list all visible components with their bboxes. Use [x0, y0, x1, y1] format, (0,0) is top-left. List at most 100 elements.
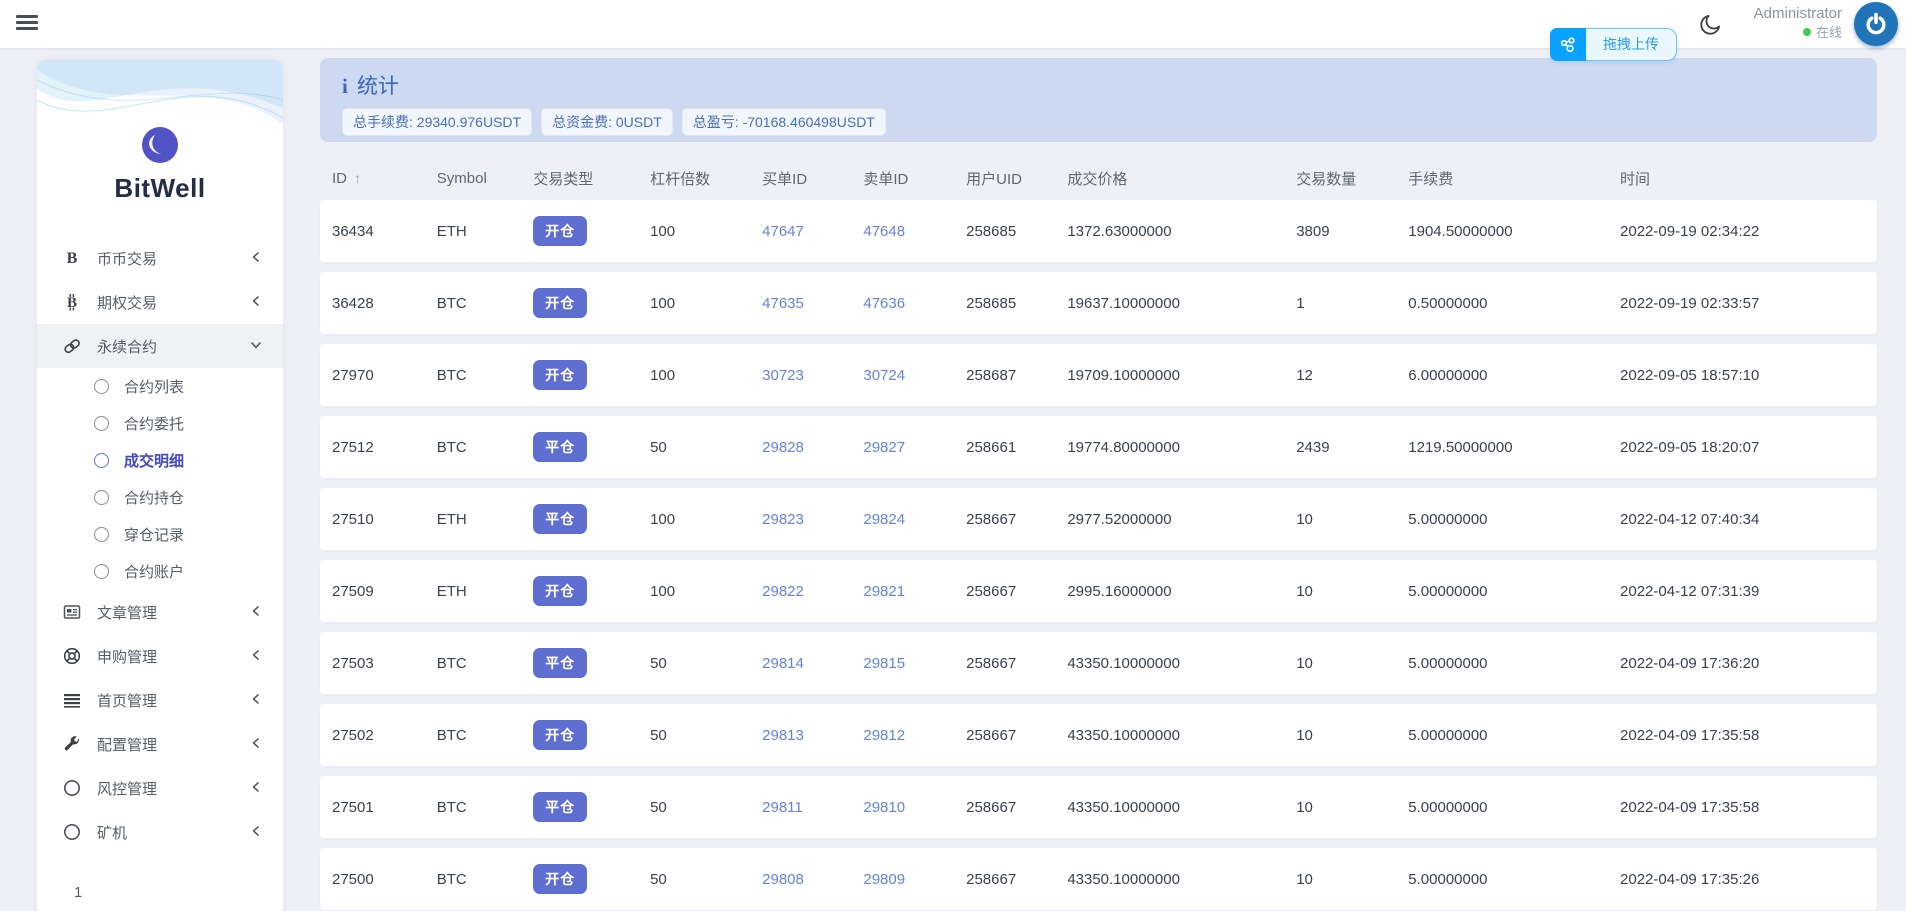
- table-row: 27510ETH平仓10029823298242586672977.520000…: [320, 488, 1877, 550]
- radio-circle-icon: [94, 453, 109, 468]
- cell-buy_id: 29822: [762, 583, 863, 600]
- sidebar-subitem-label: 穿仓记录: [124, 524, 184, 545]
- cell-fee: 6.00000000: [1408, 367, 1620, 384]
- sidebar-subitem-contract-positions[interactable]: 合约持仓: [37, 479, 283, 516]
- cell-time: 2022-09-05 18:20:07: [1620, 439, 1877, 456]
- sort-ascending-icon: ↑: [354, 170, 361, 186]
- buy_id-link[interactable]: 47635: [762, 295, 804, 312]
- cell-trade_type: 平仓: [533, 648, 650, 678]
- cell-time: 2022-04-09 17:35:58: [1620, 727, 1877, 744]
- cell-symbol: BTC: [437, 655, 534, 672]
- cell-fee: 0.50000000: [1408, 295, 1620, 312]
- sell_id-link[interactable]: 29821: [863, 583, 905, 600]
- sidebar-item-subscription-management[interactable]: 申购管理: [37, 634, 283, 678]
- radio-circle-icon: [94, 379, 109, 394]
- cell-uid: 258685: [966, 223, 1067, 240]
- cell-trade_type: 开仓: [533, 864, 650, 894]
- buy_id-link[interactable]: 47647: [762, 223, 804, 240]
- sidebar-item-options-trade[interactable]: B期权交易: [37, 280, 283, 324]
- sidebar-subitem-label: 合约账户: [124, 561, 184, 582]
- sidebar-subitem-contract-orders[interactable]: 合约委托: [37, 405, 283, 442]
- sidebar-item-coin-trade[interactable]: B币币交易: [37, 236, 283, 280]
- buy_id-link[interactable]: 29823: [762, 511, 804, 528]
- svg-text:B: B: [67, 295, 77, 311]
- cell-symbol: BTC: [437, 727, 534, 744]
- sidebar-subitem-contract-list[interactable]: 合约列表: [37, 368, 283, 405]
- sell_id-link[interactable]: 29815: [863, 655, 905, 672]
- column-header-amount: 交易数量: [1296, 168, 1408, 189]
- info-icon: i: [342, 74, 348, 98]
- cell-uid: 258687: [966, 367, 1067, 384]
- cell-id: 27970: [320, 367, 437, 384]
- sell_id-link[interactable]: 30724: [863, 367, 905, 384]
- sell_id-link[interactable]: 29810: [863, 799, 905, 816]
- sidebar-subitem-contract-accounts[interactable]: 合约账户: [37, 553, 283, 590]
- cell-trade_type: 开仓: [533, 216, 650, 246]
- cell-fee: 5.00000000: [1408, 511, 1620, 528]
- cell-uid: 258667: [966, 871, 1067, 888]
- cell-buy_id: 29813: [762, 727, 863, 744]
- cell-symbol: ETH: [437, 223, 534, 240]
- sell_id-link[interactable]: 29827: [863, 439, 905, 456]
- cell-amount: 10: [1296, 583, 1408, 600]
- online-dot: [1803, 28, 1811, 36]
- sidebar-item-miner[interactable]: 矿机: [37, 810, 283, 854]
- upload-button[interactable]: 拖拽上传: [1550, 28, 1677, 61]
- trade-type-badge: 开仓: [533, 360, 587, 390]
- cell-buy_id: 47635: [762, 295, 863, 312]
- column-header-symbol: Symbol: [437, 170, 534, 187]
- buy_id-link[interactable]: 29811: [762, 799, 803, 816]
- wrench-icon: [62, 735, 82, 753]
- column-header-time: 时间: [1620, 168, 1877, 189]
- sell_id-link[interactable]: 47636: [863, 295, 905, 312]
- cell-trade_type: 开仓: [533, 360, 650, 390]
- cell-id: 27512: [320, 439, 437, 456]
- table-row: 27512BTC平仓50298282982725866119774.800000…: [320, 416, 1877, 478]
- cell-time: 2022-04-09 17:36:20: [1620, 655, 1877, 672]
- radio-circle-icon: [94, 490, 109, 505]
- table-row: 27502BTC开仓50298132981225866743350.100000…: [320, 704, 1877, 766]
- cell-fee: 5.00000000: [1408, 655, 1620, 672]
- column-header-buy_id: 买单ID: [762, 168, 863, 189]
- menu-toggle-icon[interactable]: [16, 12, 40, 36]
- sidebar-item-perpetual-contract[interactable]: 永续合约: [37, 324, 283, 368]
- table-row: 27503BTC平仓50298142981525866743350.100000…: [320, 632, 1877, 694]
- sidebar-menu: B币币交易B期权交易永续合约合约列表合约委托成交明细合约持仓穿仓记录合约账户文章…: [37, 236, 283, 854]
- sell_id-link[interactable]: 29809: [863, 871, 905, 888]
- cell-id: 27500: [320, 871, 437, 888]
- buy_id-link[interactable]: 29813: [762, 727, 804, 744]
- cell-trade_type: 开仓: [533, 576, 650, 606]
- trade-type-badge: 平仓: [533, 432, 587, 462]
- buy_id-link[interactable]: 29822: [762, 583, 804, 600]
- sell_id-link[interactable]: 29824: [863, 511, 905, 528]
- buy_id-link[interactable]: 29814: [762, 655, 804, 672]
- buy_id-link[interactable]: 29808: [762, 871, 804, 888]
- cell-symbol: ETH: [437, 511, 534, 528]
- cell-price: 19637.10000000: [1067, 295, 1296, 312]
- sidebar-item-risk-management[interactable]: 风控管理: [37, 766, 283, 810]
- cell-price: 1372.63000000: [1067, 223, 1296, 240]
- table-row: 36428BTC开仓100476354763625868519637.10000…: [320, 272, 1877, 334]
- sell_id-link[interactable]: 29812: [863, 727, 905, 744]
- dark-mode-icon[interactable]: [1698, 11, 1724, 37]
- trade-type-badge: 开仓: [533, 288, 587, 318]
- sidebar-subitem-liquidation-records[interactable]: 穿仓记录: [37, 516, 283, 553]
- letter-b-icon: B: [62, 249, 82, 267]
- sidebar-item-article-management[interactable]: 文章管理: [37, 590, 283, 634]
- trade-type-badge: 开仓: [533, 216, 587, 246]
- column-header-id[interactable]: ID↑: [320, 170, 437, 187]
- avatar[interactable]: [1854, 2, 1898, 46]
- sell_id-link[interactable]: 47648: [863, 223, 905, 240]
- sidebar-item-homepage-management[interactable]: 首页管理: [37, 678, 283, 722]
- cell-amount: 12: [1296, 367, 1408, 384]
- chevron-left-icon: [249, 604, 265, 620]
- cell-sell_id: 29827: [863, 439, 966, 456]
- stats-title: i统计: [342, 70, 1855, 100]
- sidebar-item-config-management[interactable]: 配置管理: [37, 722, 283, 766]
- buy_id-link[interactable]: 30723: [762, 367, 804, 384]
- sidebar-item-label: 配置管理: [97, 734, 249, 755]
- sidebar-subitem-trade-details[interactable]: 成交明细: [37, 442, 283, 479]
- cell-symbol: BTC: [437, 799, 534, 816]
- cell-time: 2022-09-19 02:34:22: [1620, 223, 1877, 240]
- buy_id-link[interactable]: 29828: [762, 439, 804, 456]
